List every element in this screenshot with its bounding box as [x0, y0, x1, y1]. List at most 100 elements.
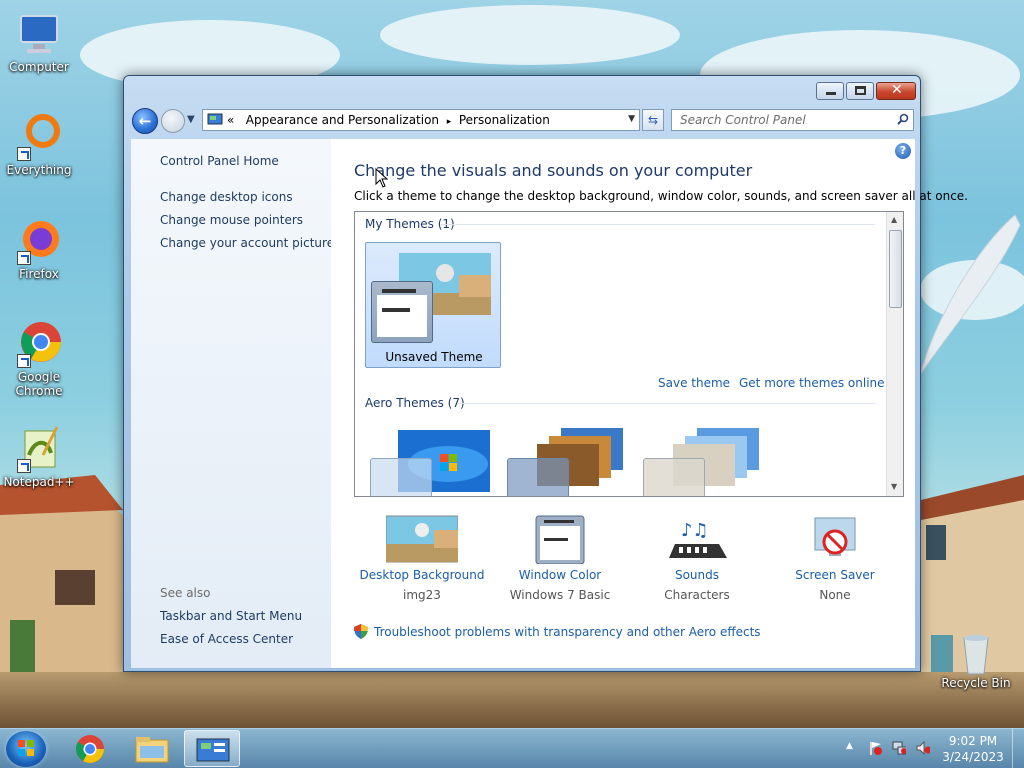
clock-time: 9:02 PM	[948, 734, 998, 748]
sounds-value: Characters	[664, 588, 730, 602]
aero-themes-title: Aero Themes (7)	[365, 396, 465, 410]
scroll-down-icon[interactable]: ▼	[891, 482, 897, 491]
window-color-preview	[371, 281, 433, 343]
breadcrumb-separator-icon[interactable]: ▸	[447, 117, 452, 127]
taskbar-control-panel[interactable]	[184, 730, 240, 767]
breadcrumb-overflow[interactable]: «	[227, 113, 234, 127]
notepadpp-icon	[15, 425, 63, 473]
theme-architecture[interactable]	[507, 426, 632, 496]
desktop-icon-computer[interactable]: Computer	[1, 10, 77, 74]
desktop-background-link[interactable]: Desktop Background	[352, 568, 492, 582]
volume-muted-icon[interactable]	[916, 741, 930, 755]
arrow-left-icon: ←	[138, 112, 152, 130]
minimize-button[interactable]	[816, 82, 844, 100]
desktop-icon-label: Firefox	[19, 267, 59, 281]
control-panel-home-link[interactable]: Control Panel Home	[160, 154, 279, 168]
sounds-link[interactable]: Sounds	[627, 568, 767, 582]
breadcrumb: « Appearance and Personalization ▸ Perso…	[227, 113, 550, 127]
help-button[interactable]: ?	[895, 143, 911, 159]
desktop-icon-notepadpp[interactable]: Notepad++	[1, 425, 77, 489]
chrome-icon	[76, 735, 104, 763]
change-mouse-pointers-link[interactable]: Change mouse pointers	[160, 213, 303, 227]
window-color-item[interactable]: Window Color Windows 7 Basic	[490, 514, 630, 602]
divider	[457, 403, 875, 404]
desktop-background-item[interactable]: Desktop Background img23	[352, 514, 492, 602]
everything-icon	[15, 113, 63, 161]
window-color-icon	[524, 514, 596, 565]
chrome-icon	[15, 320, 63, 368]
desktop-icon-firefox[interactable]: Firefox	[1, 217, 77, 281]
mouse-cursor-icon	[375, 168, 389, 188]
taskbar-explorer[interactable]	[124, 730, 180, 767]
start-button[interactable]	[6, 731, 46, 767]
window-color-link[interactable]: Window Color	[490, 568, 630, 582]
close-icon: ✕	[891, 82, 903, 98]
screen-saver-link[interactable]: Screen Saver	[765, 568, 905, 582]
network-icon[interactable]	[892, 741, 906, 755]
sounds-item[interactable]: ♪♫ Sounds Characters	[627, 514, 767, 602]
desktop-icon-recycle-bin[interactable]: Recycle Bin	[938, 632, 1014, 690]
close-button[interactable]: ✕	[876, 82, 916, 100]
recycle-bin-icon	[952, 632, 1000, 675]
left-navigation-pane: Control Panel Home Change desktop icons …	[131, 139, 334, 668]
action-center-flag-icon[interactable]	[868, 741, 882, 755]
save-theme-link[interactable]: Save theme	[658, 376, 730, 390]
desktop-background-icon	[385, 514, 459, 564]
themes-scrollbar[interactable]: ▲ ▼	[886, 212, 903, 496]
theme-characters[interactable]	[643, 426, 768, 496]
window-color-preview	[370, 458, 432, 496]
theme-windows-7[interactable]	[370, 430, 495, 496]
desktop-icon-everything[interactable]: Everything	[1, 113, 77, 177]
troubleshoot-label: Troubleshoot problems with transparency …	[374, 625, 761, 639]
change-account-picture-link[interactable]: Change your account picture	[160, 236, 334, 250]
show-desktop-button[interactable]	[1012, 729, 1024, 768]
change-desktop-icons-link[interactable]: Change desktop icons	[160, 190, 293, 204]
address-bar[interactable]: « Appearance and Personalization ▸ Perso…	[202, 109, 640, 131]
page-title: Change the visuals and sounds on your co…	[354, 161, 753, 180]
control-panel-icon	[196, 738, 230, 762]
screen-saver-value: None	[819, 588, 851, 602]
ease-of-access-link[interactable]: Ease of Access Center	[160, 632, 293, 646]
sounds-icon: ♪♫	[661, 514, 733, 564]
firefox-icon	[15, 217, 63, 265]
scroll-thumb[interactable]	[889, 230, 902, 308]
screen-saver-item[interactable]: Screen Saver None	[765, 514, 905, 602]
scroll-up-icon[interactable]: ▲	[891, 215, 897, 224]
taskbar: ▲ 9:02 PM 3/24/2023	[0, 728, 1024, 768]
back-button[interactable]: ←	[132, 108, 158, 134]
cloud	[380, 5, 680, 65]
taskbar-start-menu-link[interactable]: Taskbar and Start Menu	[160, 609, 302, 623]
shortcut-arrow-icon	[17, 459, 31, 473]
search-box[interactable]: Search Control Panel	[671, 109, 914, 131]
refresh-icon: ⇆	[647, 113, 659, 127]
maximize-button[interactable]	[846, 82, 874, 100]
themes-list[interactable]: My Themes (1) Unsaved Theme Save theme G…	[354, 211, 904, 497]
window-color-preview	[507, 458, 569, 496]
breadcrumb-item-appearance[interactable]: Appearance and Personalization	[246, 113, 439, 127]
get-more-themes-link[interactable]: Get more themes online	[739, 376, 885, 390]
clock-date: 3/24/2023	[942, 750, 1004, 764]
desktop-icon-label: Notepad++	[3, 475, 75, 489]
refresh-button[interactable]: ⇆	[642, 109, 664, 131]
search-icon[interactable]	[897, 113, 909, 125]
show-hidden-icons-button[interactable]: ▲	[846, 741, 860, 755]
troubleshoot-link[interactable]: Troubleshoot problems with transparency …	[354, 624, 761, 639]
breadcrumb-item-personalization[interactable]: Personalization	[459, 113, 550, 127]
taskbar-chrome[interactable]	[62, 730, 118, 767]
chevron-down-icon: ▼	[187, 114, 195, 125]
divider	[440, 224, 875, 225]
shortcut-arrow-icon	[17, 251, 31, 265]
recent-pages-dropdown[interactable]: ▼	[187, 114, 195, 125]
theme-unsaved[interactable]: Unsaved Theme	[365, 242, 501, 368]
desktop-icon-google-chrome[interactable]: Google Chrome	[1, 320, 77, 398]
chevron-down-icon[interactable]: ▼	[628, 114, 635, 124]
system-clock[interactable]: 9:02 PM 3/24/2023	[938, 733, 1008, 765]
personalization-window: ✕ ← ▼ « Appearance and Personalization ▸…	[123, 75, 968, 672]
forward-button[interactable]	[161, 109, 185, 133]
main-content-pane: ? Change the visuals and sounds on your …	[331, 139, 968, 668]
search-input[interactable]: Search Control Panel	[680, 113, 806, 127]
see-also-label: See also	[160, 586, 211, 600]
svg-text:♪♫: ♪♫	[681, 520, 709, 541]
ground	[0, 672, 1024, 728]
screen-saver-icon	[799, 514, 871, 564]
